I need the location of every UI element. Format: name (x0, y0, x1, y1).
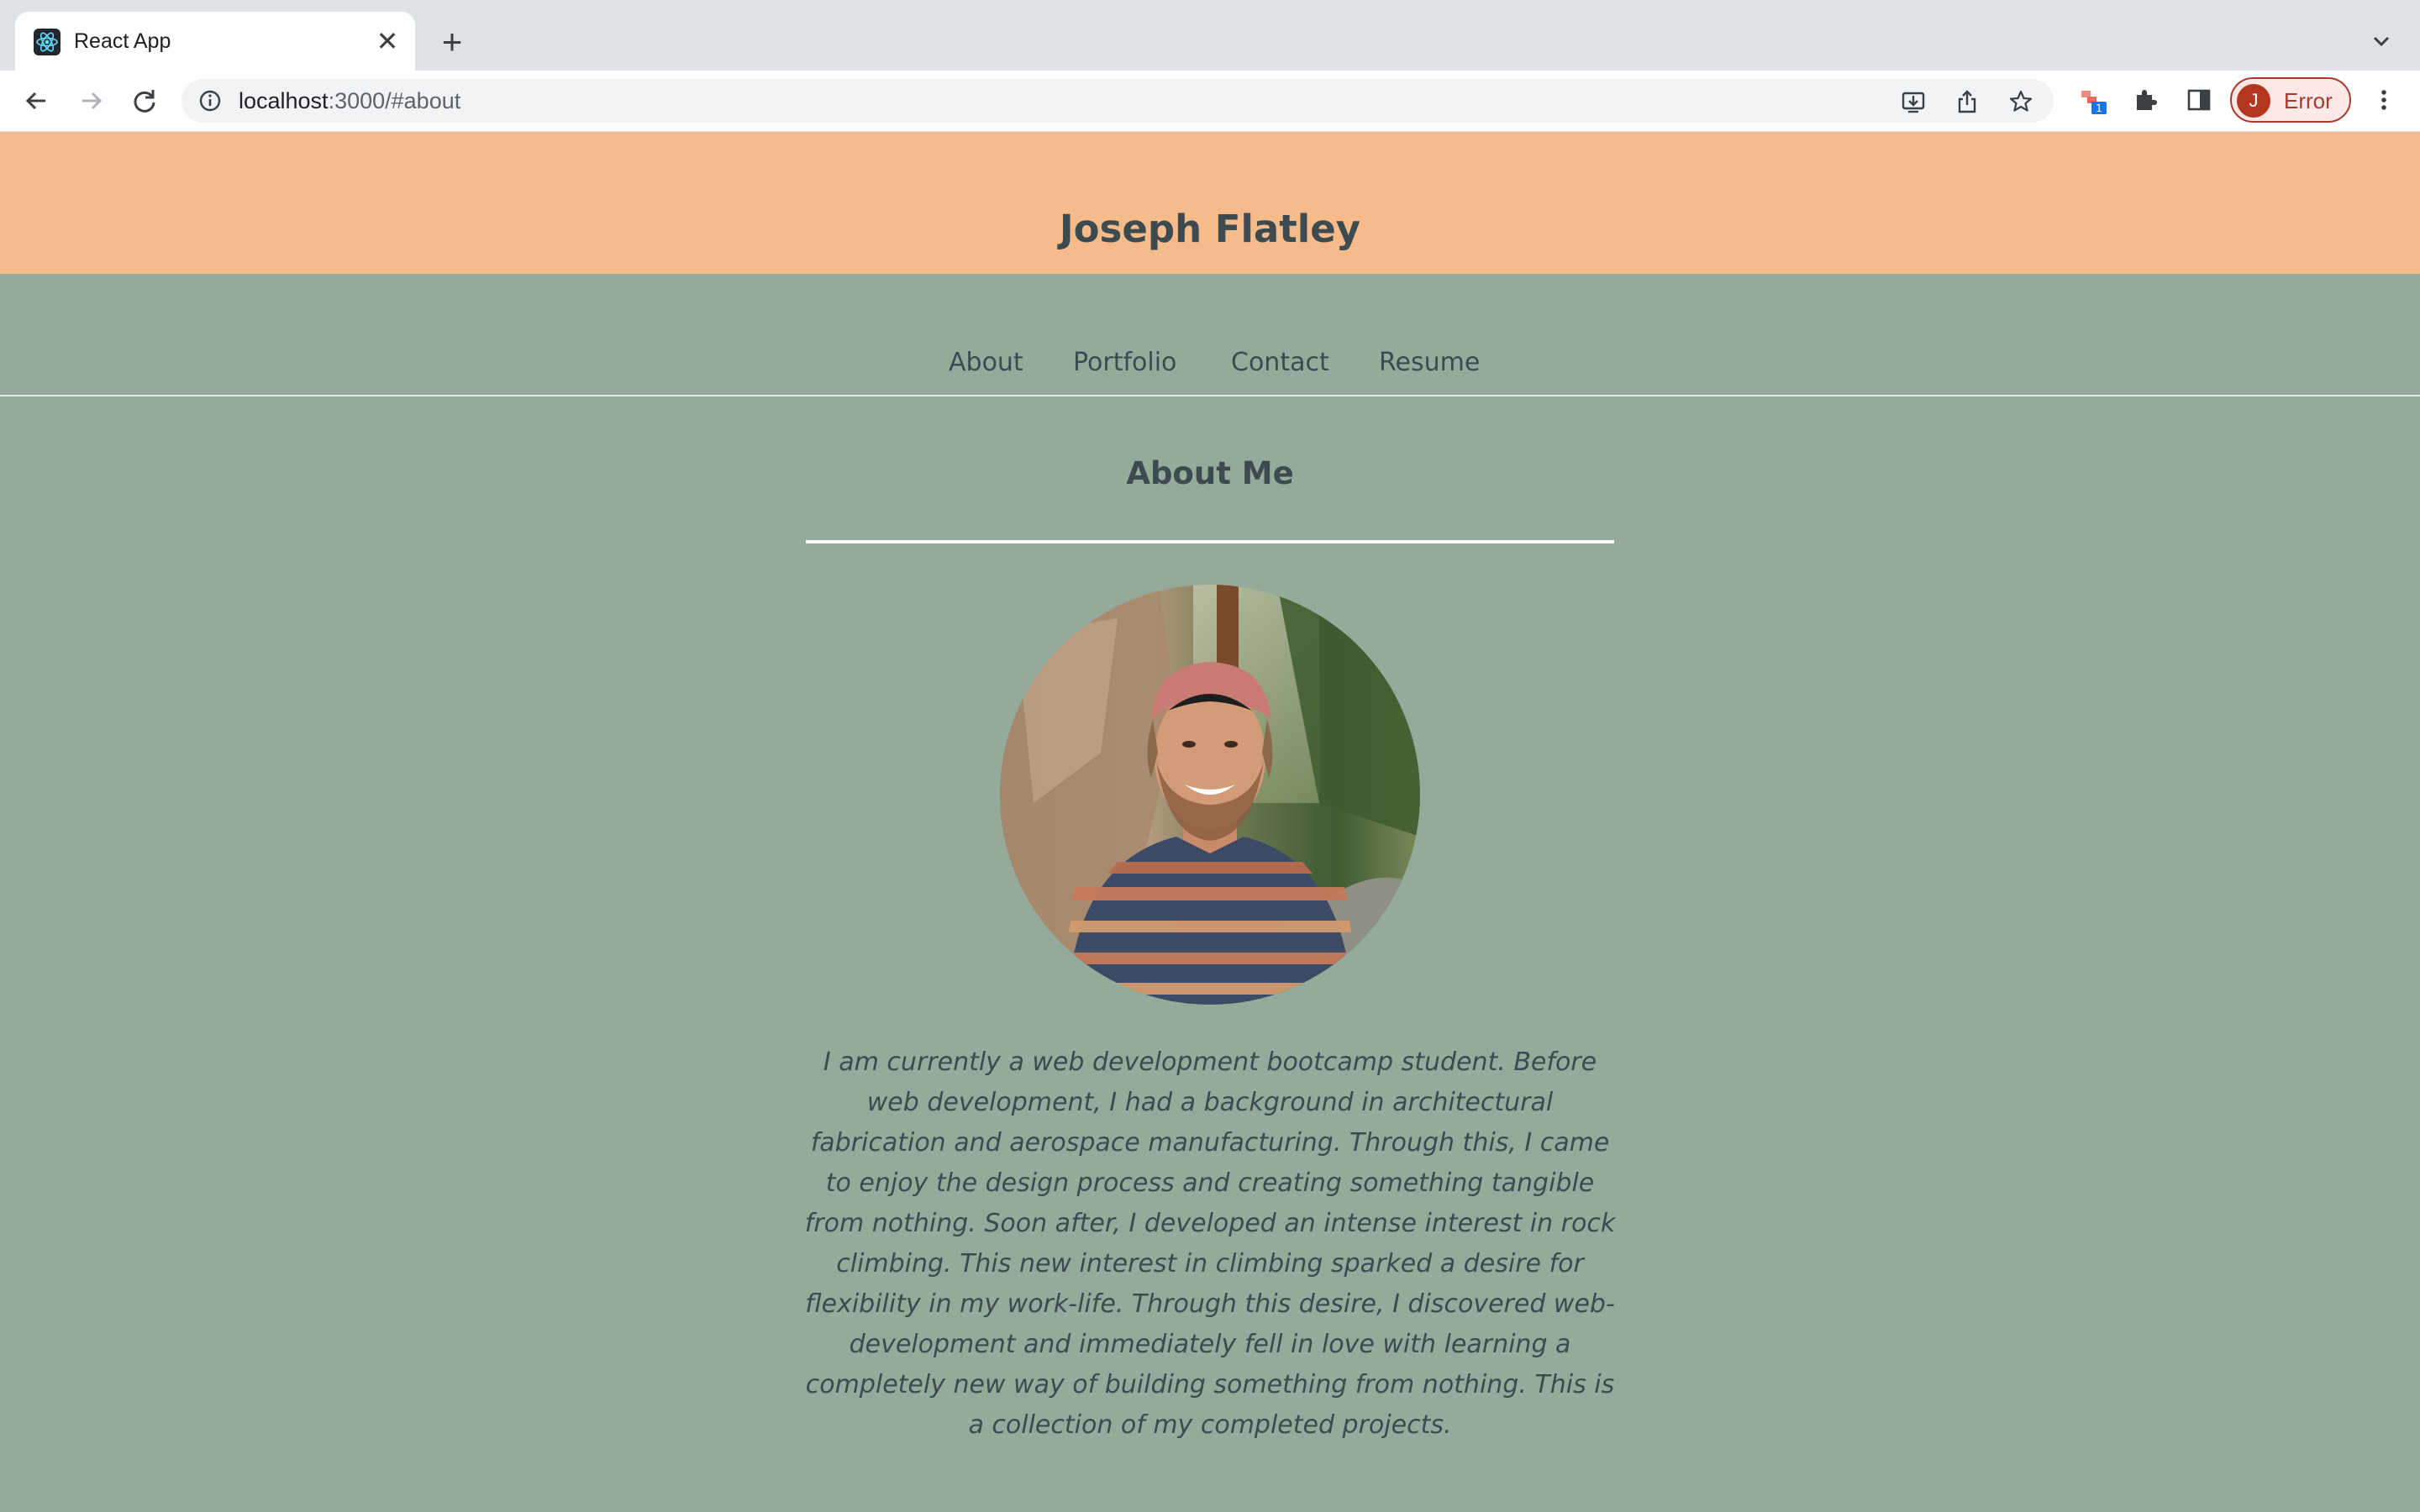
kebab-menu-icon[interactable] (2370, 86, 2398, 114)
site-header: Joseph Flatley (0, 132, 2420, 274)
bio-paragraph: I am currently a web development bootcam… (804, 1047, 1616, 1440)
site-nav: About Portfolio Contact Resume (0, 274, 2420, 396)
section-divider (806, 540, 1614, 543)
avatar: J (2237, 84, 2270, 118)
url-path: :3000/#about (328, 88, 461, 113)
nav-link-portfolio[interactable]: Portfolio (1073, 346, 1176, 380)
new-tab-button[interactable]: + (434, 24, 471, 60)
extension-badge: 1 (2096, 102, 2102, 114)
browser-tabstrip: React App ✕ + (0, 0, 2420, 71)
browser-toolbar: localhost:3000/#about 1 J Error (0, 71, 2420, 132)
tab-title: React App (74, 29, 171, 53)
nav-link-contact[interactable]: Contact (1231, 346, 1329, 380)
section-title: About Me (1126, 455, 1294, 491)
puzzle-extensions-icon[interactable] (2131, 86, 2160, 114)
tab-search-chevron-icon[interactable] (2365, 25, 2398, 59)
url-host: localhost (239, 88, 329, 113)
bookmark-star-icon[interactable] (2008, 89, 2033, 114)
side-panel-icon[interactable] (2185, 86, 2213, 114)
share-icon[interactable] (1954, 89, 1980, 114)
extension-icon[interactable]: 1 (2079, 86, 2107, 114)
profile-status-label: Error (2284, 88, 2333, 113)
forward-arrow-icon[interactable] (72, 82, 109, 119)
address-url: localhost:3000/#about (239, 88, 460, 113)
react-icon (34, 29, 60, 55)
address-bar[interactable]: localhost:3000/#about (182, 79, 2054, 123)
profile-photo (1000, 585, 1420, 1005)
reload-icon[interactable] (126, 82, 163, 119)
site-title: Joseph Flatley (1059, 207, 1361, 251)
nav-link-resume[interactable]: Resume (1379, 346, 1480, 380)
profile-error-button[interactable]: J Error (2230, 77, 2351, 123)
browser-tab[interactable]: React App ✕ (15, 12, 415, 71)
tab-close-icon[interactable]: ✕ (373, 27, 402, 55)
site-info-icon[interactable] (198, 89, 222, 113)
back-arrow-icon[interactable] (18, 82, 55, 119)
install-app-icon[interactable] (1901, 89, 1926, 114)
nav-link-about[interactable]: About (949, 346, 1023, 380)
